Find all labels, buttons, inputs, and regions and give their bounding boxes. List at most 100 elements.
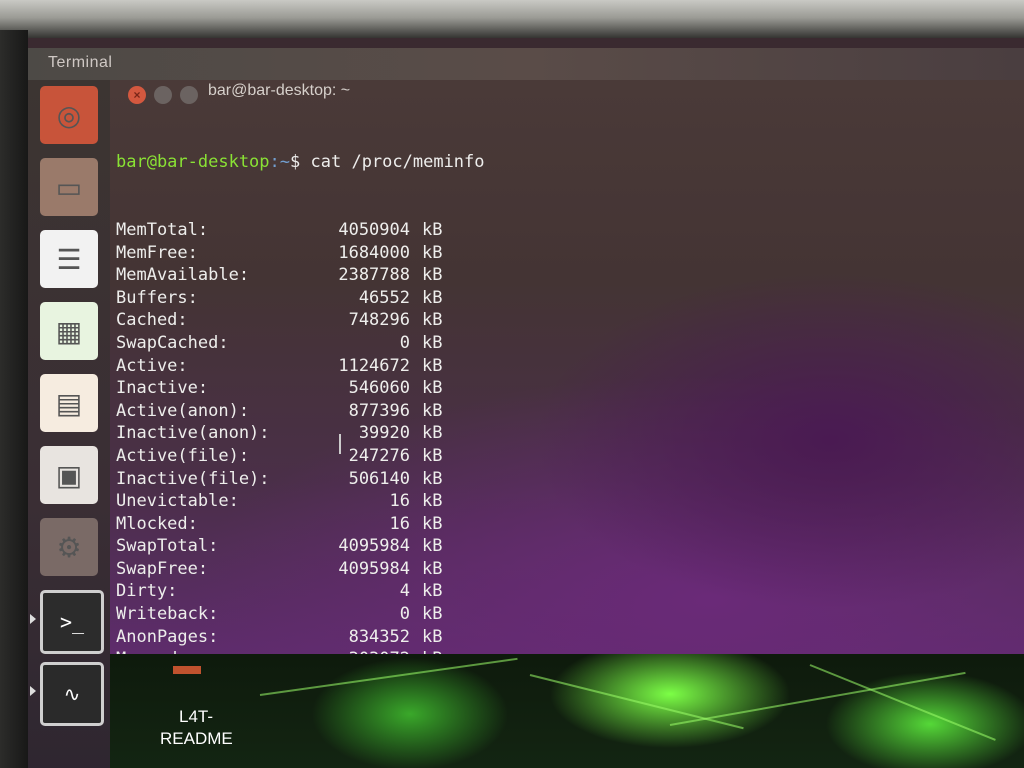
meminfo-row: Unevictable: 16 kB bbox=[116, 490, 485, 513]
desktop-wallpaper bbox=[110, 654, 1024, 768]
readme-label[interactable]: L4T- README bbox=[160, 706, 233, 750]
meminfo-value: 1124672 bbox=[338, 355, 410, 376]
calc-icon[interactable]: ▦ bbox=[40, 302, 98, 360]
meminfo-key: MemFree: bbox=[116, 242, 198, 263]
meminfo-row: SwapCached: 0 kB bbox=[116, 332, 485, 355]
system-settings-icon[interactable]: ⚙ bbox=[40, 518, 98, 576]
meminfo-row: SwapFree: 4095984 kB bbox=[116, 558, 485, 581]
meminfo-value: 247276 bbox=[348, 445, 410, 466]
meminfo-key: Inactive(file): bbox=[116, 468, 270, 489]
top-panel: Terminal bbox=[28, 48, 1024, 80]
terminal-icon[interactable]: >_ bbox=[40, 590, 104, 654]
meminfo-key: Inactive(anon): bbox=[116, 423, 270, 444]
meminfo-unit: kB bbox=[422, 626, 443, 647]
meminfo-row: Writeback: 0 kB bbox=[116, 603, 485, 626]
meminfo-value: 39920 bbox=[358, 423, 410, 444]
meminfo-unit: kB bbox=[422, 604, 443, 625]
meminfo-row: Inactive(anon): 39920 kB bbox=[116, 422, 485, 445]
meminfo-row: Active(anon): 877396 kB bbox=[116, 400, 485, 423]
meminfo-row: Dirty: 4 kB bbox=[116, 580, 485, 603]
meminfo-row: MemTotal: 4050904 kB bbox=[116, 219, 485, 242]
meminfo-row: Inactive(file): 506140 kB bbox=[116, 468, 485, 491]
meminfo-value: 2387788 bbox=[338, 265, 410, 286]
readme-file-icon[interactable] bbox=[173, 666, 201, 674]
meminfo-key: Dirty: bbox=[116, 581, 178, 602]
command-line: bar@bar-desktop:~$ cat /proc/meminfo bbox=[116, 151, 485, 174]
top-panel-title: Terminal bbox=[48, 54, 113, 71]
meminfo-key: Active(anon): bbox=[116, 400, 250, 421]
meminfo-unit: kB bbox=[422, 423, 443, 444]
meminfo-unit: kB bbox=[422, 265, 443, 286]
meminfo-row: Buffers: 46552 kB bbox=[116, 287, 485, 310]
meminfo-unit: kB bbox=[422, 400, 443, 421]
meminfo-key: MemAvailable: bbox=[116, 265, 250, 286]
running-indicator bbox=[30, 614, 36, 624]
meminfo-key: Writeback: bbox=[116, 604, 219, 625]
meminfo-value: 4095984 bbox=[338, 536, 410, 557]
meminfo-key: Active: bbox=[116, 355, 188, 376]
meminfo-row: Inactive: 546060 kB bbox=[116, 377, 485, 400]
meminfo-key: Unevictable: bbox=[116, 491, 239, 512]
meminfo-value: 546060 bbox=[348, 378, 410, 399]
meminfo-unit: kB bbox=[422, 287, 443, 308]
meminfo-key: SwapFree: bbox=[116, 558, 209, 579]
wallpaper-line bbox=[669, 671, 966, 726]
running-indicator bbox=[30, 686, 36, 696]
meminfo-value: 1684000 bbox=[338, 242, 410, 263]
window-title: bar@bar-desktop: ~ bbox=[208, 82, 351, 99]
meminfo-value: 877396 bbox=[348, 400, 410, 421]
meminfo-key: SwapCached: bbox=[116, 332, 229, 353]
meminfo-value: 0 bbox=[399, 604, 410, 625]
meminfo-unit: kB bbox=[422, 242, 443, 263]
launcher: ◎ ▭ ☰ ▦ ▤ ▣ ⚙ >_ ∿ bbox=[28, 80, 110, 768]
meminfo-unit: kB bbox=[422, 310, 443, 331]
meminfo-value: 748296 bbox=[348, 310, 410, 331]
impress-icon[interactable]: ▤ bbox=[40, 374, 98, 432]
meminfo-value: 4050904 bbox=[338, 219, 410, 240]
maximize-button[interactable] bbox=[180, 86, 198, 104]
meminfo-value: 16 bbox=[389, 513, 410, 534]
monitor-bezel-left bbox=[0, 30, 28, 768]
meminfo-unit: kB bbox=[422, 536, 443, 557]
wallpaper-line bbox=[809, 664, 996, 741]
meminfo-key: Cached: bbox=[116, 310, 188, 331]
meminfo-value: 4 bbox=[399, 581, 410, 602]
close-button[interactable]: × bbox=[128, 86, 146, 104]
wallpaper-line bbox=[529, 674, 744, 730]
wallpaper-line bbox=[259, 657, 518, 696]
meminfo-row: MemFree: 1684000 kB bbox=[116, 242, 485, 265]
files-icon[interactable]: ▭ bbox=[40, 158, 98, 216]
meminfo-unit: kB bbox=[422, 219, 443, 240]
meminfo-unit: kB bbox=[422, 491, 443, 512]
meminfo-unit: kB bbox=[422, 355, 443, 376]
meminfo-unit: kB bbox=[422, 468, 443, 489]
system-monitor-icon[interactable]: ∿ bbox=[40, 662, 104, 726]
meminfo-key: SwapTotal: bbox=[116, 536, 219, 557]
minimize-button[interactable] bbox=[154, 86, 172, 104]
meminfo-value: 0 bbox=[399, 332, 410, 353]
meminfo-value: 16 bbox=[389, 491, 410, 512]
meminfo-row: Mlocked: 16 kB bbox=[116, 513, 485, 536]
text-cursor bbox=[339, 434, 341, 454]
meminfo-key: Active(file): bbox=[116, 445, 250, 466]
prompt-symbol: $ bbox=[290, 152, 301, 173]
meminfo-unit: kB bbox=[422, 378, 443, 399]
command-text: cat /proc/meminfo bbox=[310, 152, 485, 173]
meminfo-unit: kB bbox=[422, 445, 443, 466]
meminfo-key: AnonPages: bbox=[116, 626, 219, 647]
meminfo-key: Mlocked: bbox=[116, 513, 198, 534]
ubuntu-dash-icon[interactable]: ◎ bbox=[40, 86, 98, 144]
meminfo-value: 4095984 bbox=[338, 558, 410, 579]
software-center-icon[interactable]: ▣ bbox=[40, 446, 98, 504]
meminfo-unit: kB bbox=[422, 513, 443, 534]
meminfo-key: Buffers: bbox=[116, 287, 198, 308]
meminfo-value: 46552 bbox=[358, 287, 410, 308]
meminfo-unit: kB bbox=[422, 332, 443, 353]
meminfo-key: MemTotal: bbox=[116, 219, 209, 240]
meminfo-row: SwapTotal: 4095984 kB bbox=[116, 535, 485, 558]
meminfo-unit: kB bbox=[422, 581, 443, 602]
meminfo-unit: kB bbox=[422, 558, 443, 579]
writer-icon[interactable]: ☰ bbox=[40, 230, 98, 288]
prompt-user-host: bar@bar-desktop bbox=[116, 152, 270, 173]
screen: Terminal ◎ ▭ ☰ ▦ ▤ ▣ ⚙ >_ ∿ × bar@bar-desktop: ~… bbox=[28, 38, 1024, 768]
